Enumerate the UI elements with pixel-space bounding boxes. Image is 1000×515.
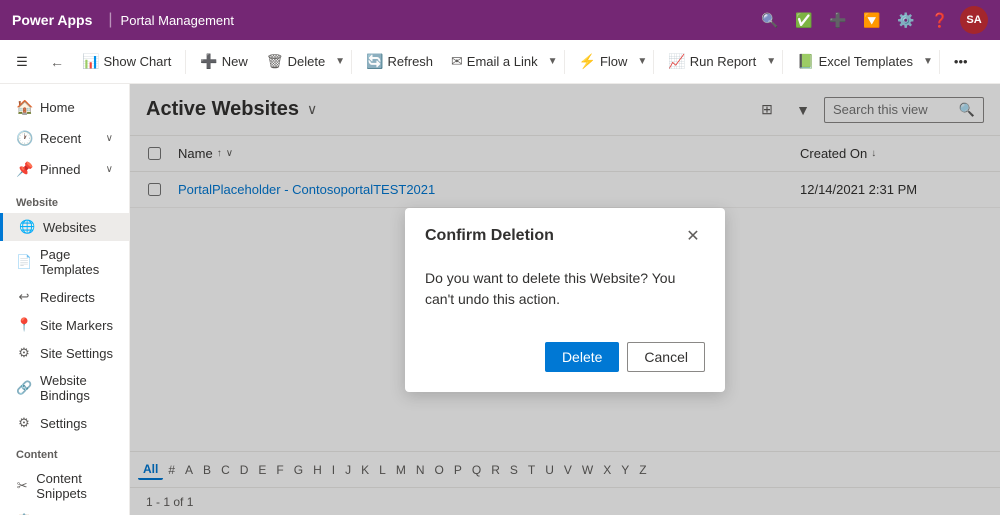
flow-caret[interactable]: ▼ xyxy=(637,56,647,67)
sidebar-item-website-bindings[interactable]: 🔗 Website Bindings xyxy=(0,367,129,409)
settings-icon: ⚙ xyxy=(16,415,32,431)
dialog-title: Confirm Deletion xyxy=(425,227,554,245)
sidebar: 🏠 Home 🕐 Recent ∨ 📌 Pinned ∨ Website 🌐 W… xyxy=(0,84,130,515)
flow-button[interactable]: ⚡ Flow xyxy=(571,49,636,74)
settings-icon-btn[interactable]: ⚙️ xyxy=(892,6,920,34)
check-icon-btn[interactable]: ✅ xyxy=(790,6,818,34)
filter-icon-btn[interactable]: 🔽 xyxy=(858,6,886,34)
delete-icon: 🗑 xyxy=(266,53,284,70)
delete-caret[interactable]: ▼ xyxy=(335,56,345,67)
add-icon-btn[interactable]: ➕ xyxy=(824,6,852,34)
report-icon: 📈 xyxy=(668,53,685,70)
sidebar-item-settings[interactable]: ⚙ Settings xyxy=(0,409,129,437)
dialog-message: Do you want to delete this Website? You … xyxy=(425,270,675,307)
hamburger-button[interactable]: ☰ xyxy=(8,48,36,76)
content-area: Active Websites ∨ ⊞ ▼ 🔍 Name ↑ ∨ xyxy=(130,84,1000,515)
dialog-close-button[interactable]: ✕ xyxy=(681,224,705,248)
cmd-divider-4 xyxy=(653,50,654,74)
delete-button[interactable]: 🗑 Delete xyxy=(258,49,333,74)
sidebar-item-pinned[interactable]: 📌 Pinned ∨ xyxy=(0,154,129,185)
websites-icon: 🌐 xyxy=(19,219,35,235)
app-name: Power Apps xyxy=(12,12,92,28)
email-icon: ✉ xyxy=(451,53,463,70)
excel-templates-button[interactable]: 📗 Excel Templates xyxy=(789,49,921,74)
help-icon-btn[interactable]: ❓ xyxy=(926,6,954,34)
sidebar-item-home[interactable]: 🏠 Home xyxy=(0,92,129,123)
portal-name: Portal Management xyxy=(121,13,234,28)
new-icon: ➕ xyxy=(200,53,217,70)
sidebar-item-site-markers[interactable]: 📍 Site Markers xyxy=(0,311,129,339)
command-bar: ☰ ← 📊 Show Chart ➕ New 🗑 Delete ▼ 🔄 Refr… xyxy=(0,40,1000,84)
new-button[interactable]: ➕ New xyxy=(192,49,255,74)
chart-icon: 📊 xyxy=(82,53,99,70)
cmd-divider-2 xyxy=(351,50,352,74)
excel-caret[interactable]: ▼ xyxy=(923,56,933,67)
cmd-divider-5 xyxy=(782,50,783,74)
pinned-caret: ∨ xyxy=(106,164,113,175)
email-caret[interactable]: ▼ xyxy=(548,56,558,67)
sidebar-item-redirects[interactable]: ↩ Redirects xyxy=(0,283,129,311)
sidebar-item-basic-forms[interactable]: 📋 Basic Forms xyxy=(0,507,129,515)
sidebar-item-websites[interactable]: 🌐 Websites xyxy=(0,213,129,241)
run-report-button[interactable]: 📈 Run Report xyxy=(660,49,764,74)
recent-icon: 🕐 xyxy=(16,130,32,147)
back-icon: ← xyxy=(50,54,64,70)
search-icon-btn[interactable]: 🔍 xyxy=(756,6,784,34)
sidebar-item-recent[interactable]: 🕐 Recent ∨ xyxy=(0,123,129,154)
sidebar-item-site-settings[interactable]: ⚙ Site Settings xyxy=(0,339,129,367)
delete-confirm-button[interactable]: Delete xyxy=(545,342,619,372)
pinned-icon: 📌 xyxy=(16,161,32,178)
site-settings-icon: ⚙ xyxy=(16,345,32,361)
show-chart-button[interactable]: 📊 Show Chart xyxy=(74,49,179,74)
cancel-button[interactable]: Cancel xyxy=(627,342,705,372)
cmd-divider-3 xyxy=(564,50,565,74)
sidebar-item-page-templates[interactable]: 📄 Page Templates xyxy=(0,241,129,283)
cmd-divider-6 xyxy=(939,50,940,74)
dialog-overlay: Confirm Deletion ✕ Do you want to delete… xyxy=(130,84,1000,515)
back-button[interactable]: ← xyxy=(42,50,72,74)
site-markers-icon: 📍 xyxy=(16,317,32,333)
home-icon: 🏠 xyxy=(16,99,32,116)
redirects-icon: ↩ xyxy=(16,289,32,305)
main-layout: 🏠 Home 🕐 Recent ∨ 📌 Pinned ∨ Website 🌐 W… xyxy=(0,84,1000,515)
top-bar-icons: 🔍 ✅ ➕ 🔽 ⚙️ ❓ SA xyxy=(756,6,988,34)
website-bindings-icon: 🔗 xyxy=(16,380,32,396)
content-snippets-icon: ✂ xyxy=(16,478,28,494)
avatar[interactable]: SA xyxy=(960,6,988,34)
cmd-divider-1 xyxy=(185,50,186,74)
excel-icon: 📗 xyxy=(797,53,814,70)
refresh-button[interactable]: 🔄 Refresh xyxy=(358,49,441,74)
page-templates-icon: 📄 xyxy=(16,254,32,270)
dialog-body: Do you want to delete this Website? You … xyxy=(405,260,725,334)
sidebar-item-content-snippets[interactable]: ✂ Content Snippets xyxy=(0,465,129,507)
flow-icon: ⚡ xyxy=(579,53,596,70)
app-divider: | xyxy=(108,11,112,29)
recent-caret: ∨ xyxy=(106,133,113,144)
top-bar: Power Apps | Portal Management 🔍 ✅ ➕ 🔽 ⚙… xyxy=(0,0,1000,40)
dialog-header: Confirm Deletion ✕ xyxy=(405,208,725,260)
email-link-button[interactable]: ✉ Email a Link xyxy=(443,49,546,74)
section-content-label: Content xyxy=(0,437,129,465)
refresh-icon: 🔄 xyxy=(366,53,383,70)
more-button[interactable]: ••• xyxy=(946,50,976,73)
dialog-footer: Delete Cancel xyxy=(405,334,725,392)
more-icon: ••• xyxy=(954,54,968,69)
report-caret[interactable]: ▼ xyxy=(766,56,776,67)
section-website-label: Website xyxy=(0,185,129,213)
confirm-deletion-dialog: Confirm Deletion ✕ Do you want to delete… xyxy=(405,208,725,392)
